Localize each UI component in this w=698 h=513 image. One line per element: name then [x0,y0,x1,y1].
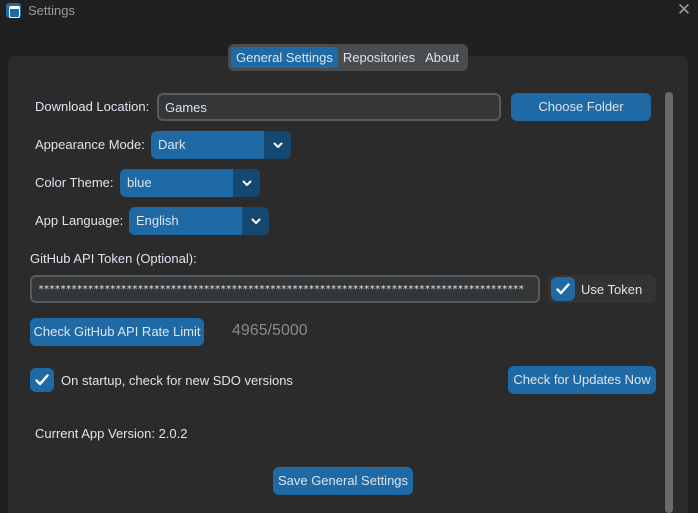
title-bar: Settings ✕ [0,0,698,22]
app-language-value: English [136,213,179,228]
appearance-mode-dropdown[interactable]: Dark [151,131,291,159]
download-location-label: Download Location: [35,99,150,114]
color-theme-value: blue [127,175,152,190]
download-location-value: Games [165,99,207,115]
github-token-value: ****************************************… [38,283,524,295]
tab-about[interactable]: About [420,47,464,68]
github-token-label: GitHub API Token (Optional): [30,251,197,266]
save-general-settings-button[interactable]: Save General Settings [273,467,413,495]
use-token-checkbox[interactable] [551,277,575,301]
tab-repositories[interactable]: Repositories [338,47,420,68]
rate-limit-value: 4965/5000 [232,322,308,339]
settings-tabs: General Settings Repositories About [228,44,468,71]
appearance-mode-label: Appearance Mode: [35,137,145,152]
startup-check-label: On startup, check for new SDO versions [61,373,293,388]
choose-folder-button[interactable]: Choose Folder [511,93,651,121]
color-theme-label: Color Theme: [35,175,114,190]
window-title: Settings [28,3,75,18]
checkmark-icon [35,374,49,386]
check-updates-button[interactable]: Check for Updates Now [508,366,656,394]
checkmark-icon [556,283,570,295]
check-rate-limit-button[interactable]: Check GitHub API Rate Limit [30,318,204,346]
app-icon [6,3,21,18]
color-theme-dropdown[interactable]: blue [120,169,260,197]
chevron-down-icon[interactable] [233,169,260,197]
chevron-down-icon[interactable] [242,207,269,235]
scrollbar[interactable] [665,92,673,513]
startup-check-checkbox[interactable] [30,368,54,392]
appearance-mode-value: Dark [158,137,186,152]
github-token-input[interactable]: ****************************************… [30,275,540,303]
tab-general-settings[interactable]: General Settings [231,47,338,68]
app-version-label: Current App Version: 2.0.2 [35,426,188,441]
download-location-input[interactable]: Games [157,93,501,121]
use-token-label: Use Token [581,282,643,297]
close-icon[interactable]: ✕ [674,0,694,20]
chevron-down-icon[interactable] [264,131,291,159]
app-language-label: App Language: [35,213,124,228]
app-language-dropdown[interactable]: English [129,207,269,235]
